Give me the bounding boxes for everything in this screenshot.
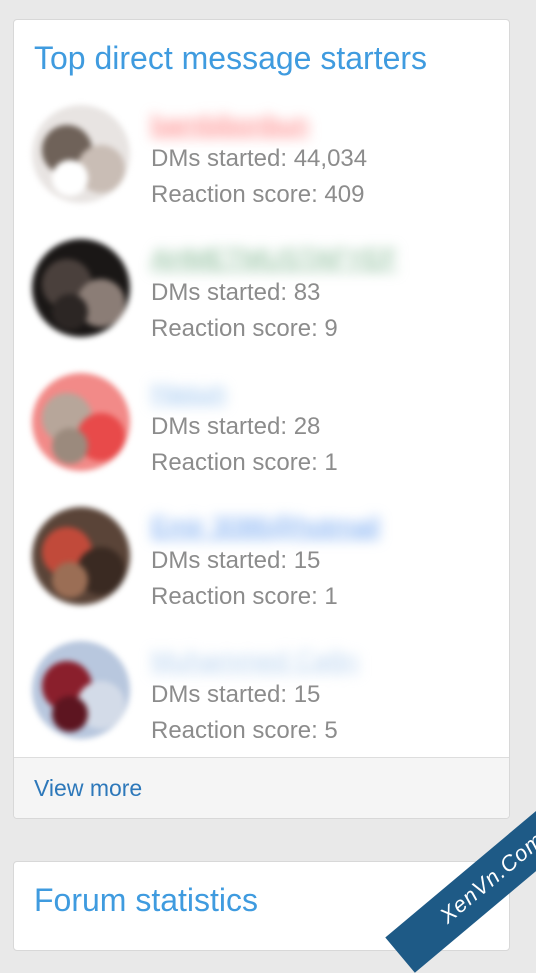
dms-started-stat: DMs started: 15 xyxy=(151,547,321,574)
list-item: Muhammed Çağrı DMs started: 15 Reaction sc… xyxy=(14,635,509,769)
avatar[interactable] xyxy=(32,239,130,337)
avatar[interactable] xyxy=(32,373,130,471)
reaction-score-stat: Reaction score: 5 xyxy=(151,717,338,744)
reaction-score-stat: Reaction score: 1 xyxy=(151,449,338,476)
list-item: bambibonbun DMs started: 44,034 Reaction s… xyxy=(14,99,509,233)
member-name-link[interactable]: AHMETMUSTAFYEF xyxy=(151,244,398,272)
avatar[interactable] xyxy=(32,105,130,203)
dms-started-stat: DMs started: 83 xyxy=(151,279,321,306)
view-more-link[interactable]: View more xyxy=(34,774,142,802)
top-dm-starters-block: Top direct message starters bambibonbun D… xyxy=(13,19,510,819)
dms-started-stat: DMs started: 28 xyxy=(151,413,321,440)
avatar[interactable] xyxy=(32,507,130,605)
member-name-link[interactable]: Muhammed Çağrı xyxy=(151,646,359,674)
reaction-score-stat: Reaction score: 409 xyxy=(151,181,365,208)
block-title: Top direct message starters xyxy=(34,40,428,76)
dms-started-stat: DMs started: 15 xyxy=(151,681,321,708)
member-list: bambibonbun DMs started: 44,034 Reaction s… xyxy=(14,99,509,769)
list-item: AHMETMUSTAFYEF DMs started: 83 Reaction sc… xyxy=(14,233,509,367)
list-item: Emir 3086@hotmail DMs started: 15 Reaction… xyxy=(14,501,509,635)
dms-started-stat: DMs started: 44,034 xyxy=(151,145,368,172)
list-item: Hasun DMs started: 28 Reaction score: 1 xyxy=(14,367,509,501)
block-footer: View more xyxy=(14,757,509,818)
member-name-link[interactable]: Hasun xyxy=(151,378,226,406)
avatar[interactable] xyxy=(32,641,130,739)
member-name-link[interactable]: bambibonbun xyxy=(151,110,309,138)
member-name-link[interactable]: Emir 3086@hotmail xyxy=(151,512,380,540)
reaction-score-stat: Reaction score: 1 xyxy=(151,583,338,610)
reaction-score-stat: Reaction score: 9 xyxy=(151,315,338,342)
